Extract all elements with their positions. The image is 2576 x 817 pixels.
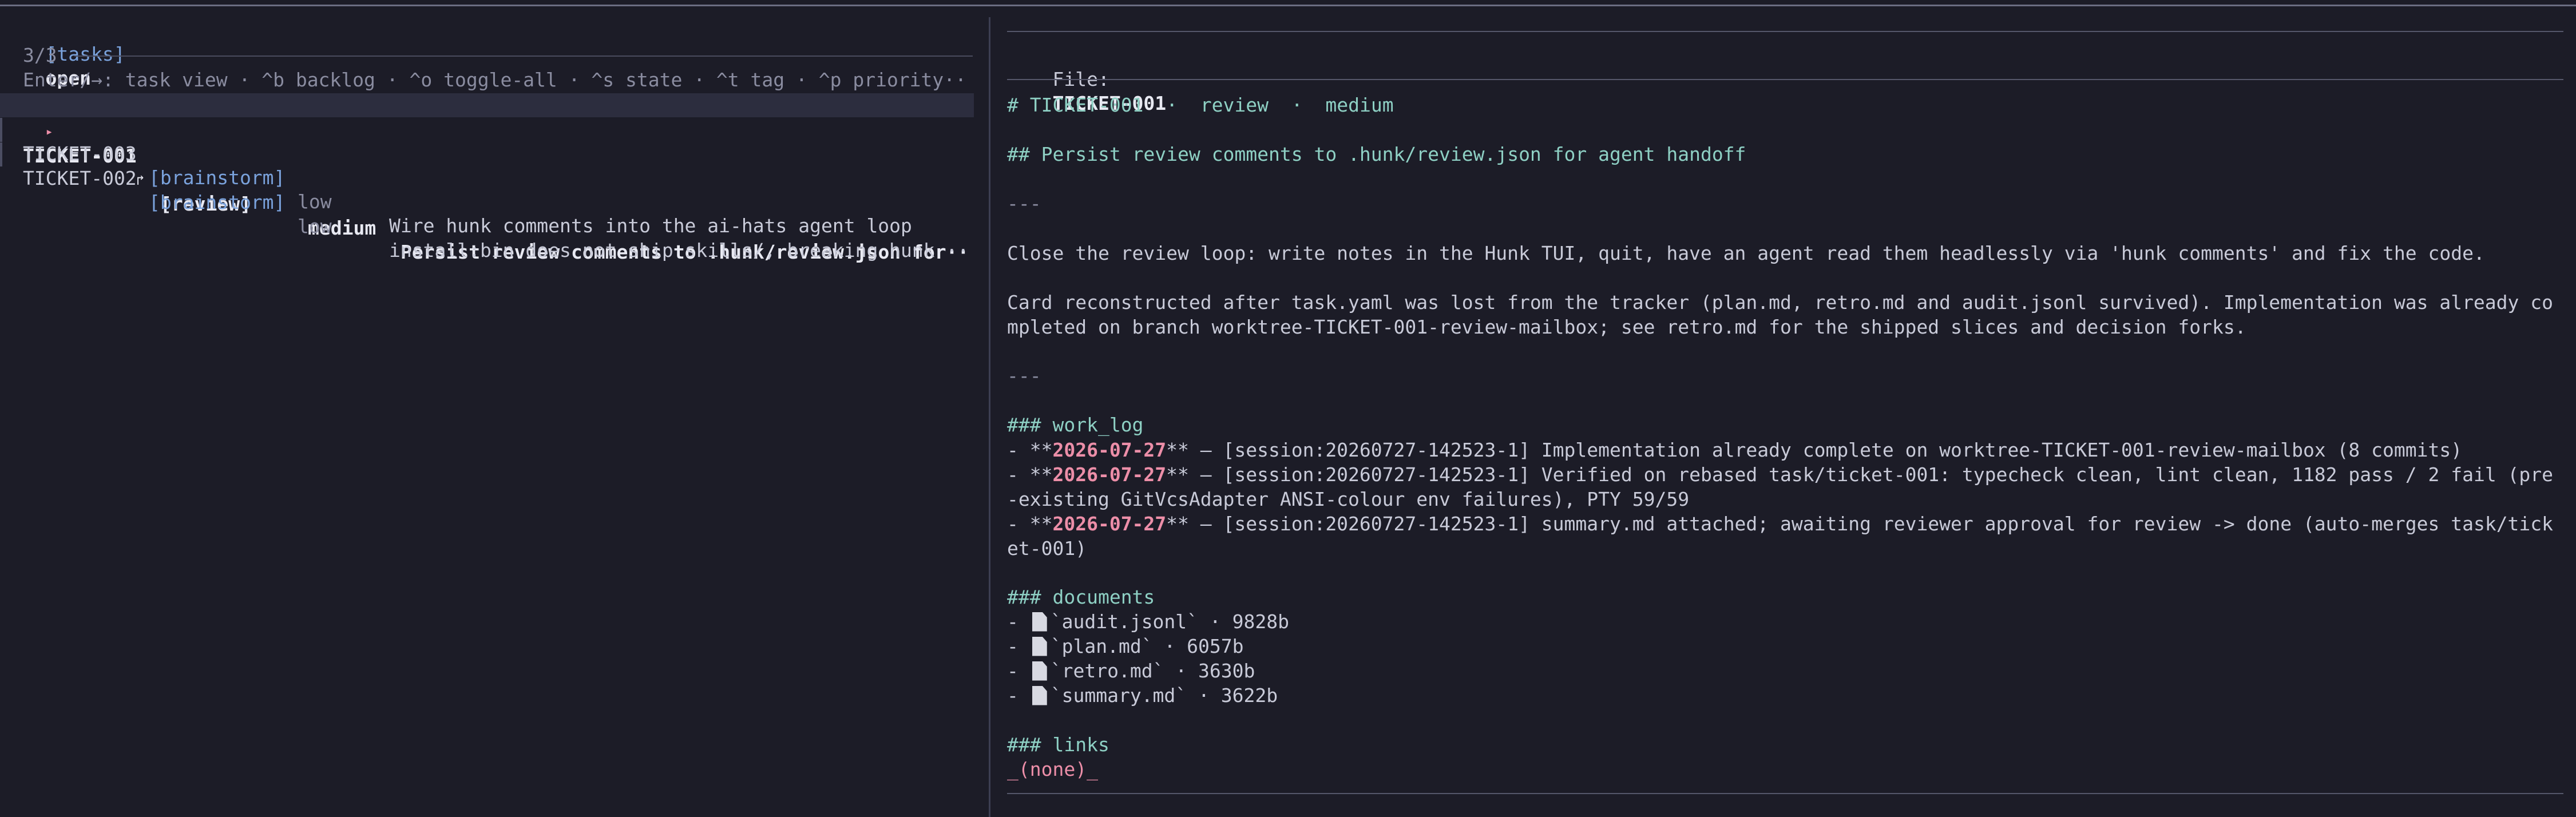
ticket-tag: [brainstorm] xyxy=(149,191,286,213)
heading-text: work_log xyxy=(1052,414,1144,436)
heading-state: review xyxy=(1200,94,1269,116)
filter-prompt[interactable]: [tasks] open ❯ xyxy=(0,18,125,114)
entry-text: ** — [session:20260727-142523-1] Impleme… xyxy=(1166,439,2463,461)
horizontal-rule-text: --- xyxy=(1007,192,1041,215)
preview-file-header: File: TICKET-001 xyxy=(1007,43,1166,114)
heading-priority: medium xyxy=(1325,94,1394,116)
work-log-entry: - **2026-07-27** — [session:20260727-142… xyxy=(1007,462,2563,511)
ticket-title: Wire hunk comments into the ai-hats agen… xyxy=(389,215,912,237)
document-size: · 3622b xyxy=(1198,684,1278,707)
document-name: `retro.md` xyxy=(1050,660,1164,682)
document-item[interactable]: - `summary.md` · 3622b xyxy=(1007,684,1278,708)
preview-bottom-rule xyxy=(1007,793,2563,794)
ticket-priority: low xyxy=(298,191,332,213)
document-item[interactable]: - `plan.md` · 6057b xyxy=(1007,634,1244,659)
heading-separator: · xyxy=(1291,94,1303,116)
selected-row-highlight xyxy=(0,93,974,117)
file-icon xyxy=(1032,661,1047,681)
document-name: `plan.md` xyxy=(1050,635,1153,657)
pane-divider[interactable] xyxy=(989,17,990,817)
document-name: `summary.md` xyxy=(1050,684,1187,707)
selection-marker-icon: ▸ xyxy=(45,125,53,139)
ticket-row-001[interactable]: ▸ TICKET-001 ↱ [review] medium Persist r… xyxy=(0,93,969,263)
document-size: · 3630b xyxy=(1175,660,1255,682)
heading-text: links xyxy=(1052,733,1109,756)
entry-prefix: - ** xyxy=(1007,513,1053,535)
heading-hash: # xyxy=(1007,94,1018,116)
document-item[interactable]: - `retro.md` · 3630b xyxy=(1007,659,1255,683)
file-icon xyxy=(1032,685,1047,705)
entry-prefix: - ** xyxy=(1007,463,1053,486)
result-count: 3/3 xyxy=(23,44,57,66)
horizontal-rule-text: --- xyxy=(1007,364,1041,387)
document-size: · 6057b xyxy=(1164,635,1244,657)
preview-top-rule xyxy=(1007,31,2563,32)
work-log-entry: - **2026-07-27** — [session:20260727-142… xyxy=(1007,511,2563,561)
heading-title: ## Persist review comments to .hunk/revi… xyxy=(1007,142,1746,166)
work-log-heading: ### work_log xyxy=(1007,413,1143,437)
links-value: _(none)_ xyxy=(1007,758,1098,780)
entry-text: ** — [session:20260727-142523-1] summary… xyxy=(1007,513,2554,560)
branch-icon: ↱ xyxy=(136,172,145,188)
prompt-scope: [tasks] xyxy=(45,43,125,65)
entry-text: ** — [session:20260727-142523-1] Verifie… xyxy=(1007,463,2554,510)
heading-text: documents xyxy=(1052,586,1155,608)
task-list-pane: [tasks] open ❯ 3/3 Enter/→: task view · … xyxy=(0,0,989,817)
document-name: `audit.jsonl` xyxy=(1050,610,1199,633)
file-icon xyxy=(1032,636,1047,656)
ticket-id: TICKET-002 xyxy=(23,167,137,189)
documents-heading: ### documents xyxy=(1007,585,1155,609)
context-paragraph: Card reconstructed after task.yaml was l… xyxy=(1007,291,2554,338)
count-rule xyxy=(74,55,973,57)
entry-prefix: - ** xyxy=(1007,439,1053,461)
work-log-entry: - **2026-07-27** — [session:20260727-142… xyxy=(1007,438,2563,462)
file-icon xyxy=(1032,612,1047,632)
entry-date: 2026-07-27 xyxy=(1052,463,1167,486)
links-heading: ### links xyxy=(1007,733,1109,757)
preview-pane[interactable]: File: TICKET-001 # TICKET-001 · review ·… xyxy=(1007,0,2563,817)
ticket-title: install:bin does not ship skills/, break… xyxy=(389,239,969,261)
preview-header-rule xyxy=(1007,79,2563,80)
heading-ticket: # TICKET-001 · review · medium xyxy=(1007,93,1394,117)
heading-text: Persist review comments to .hunk/review.… xyxy=(1041,143,1746,165)
ticket-priority: low xyxy=(298,215,332,237)
heading-separator: · xyxy=(1166,94,1178,116)
ticket-row-002[interactable]: TICKET-002 [brainstorm] low install:bin … xyxy=(0,142,969,261)
document-item[interactable]: - `audit.jsonl` · 9828b xyxy=(1007,610,1289,634)
ticket-tag: [brainstorm] xyxy=(149,166,286,189)
heading-hash: ## xyxy=(1007,143,1030,165)
heading-hash: ### xyxy=(1007,414,1041,436)
heading-id: TICKET-001 xyxy=(1029,94,1144,116)
document-size: · 9828b xyxy=(1209,610,1289,633)
keybinding-help: Enter/→: task view · ^b backlog · ^o tog… xyxy=(23,69,967,91)
entry-date: 2026-07-27 xyxy=(1052,439,1167,461)
ticket-row-003[interactable]: TICKET-003 [brainstorm] low Wire hunk co… xyxy=(0,118,912,237)
entry-date: 2026-07-27 xyxy=(1052,513,1167,535)
heading-hash: ### xyxy=(1007,586,1041,608)
description-paragraph: Close the review loop: write notes in th… xyxy=(1007,242,2485,264)
heading-hash: ### xyxy=(1007,733,1041,756)
